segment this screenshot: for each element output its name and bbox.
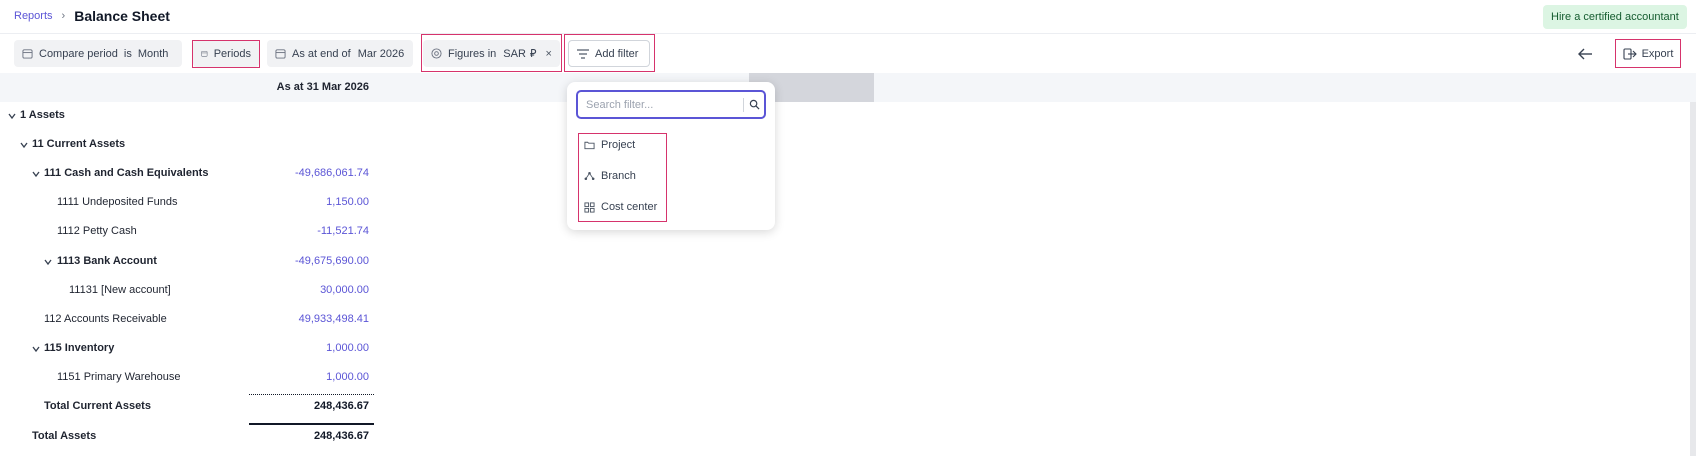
row-label: 1113 Bank Account <box>57 255 157 267</box>
row-value: 248,436.67 <box>313 400 369 412</box>
compare-period-value: Month <box>137 47 169 60</box>
table-row[interactable]: 11 Current Assets <box>0 135 380 155</box>
row-value[interactable]: -11,521.74 <box>317 225 369 237</box>
table-row[interactable]: 115 Inventory 1,000.00 <box>0 339 380 359</box>
calendar-icon <box>22 49 33 59</box>
row-label: 1111 Undeposited Funds <box>57 196 178 208</box>
row-label: 115 Inventory <box>44 342 115 354</box>
row-value[interactable]: 30,000.00 <box>320 284 369 296</box>
table-row: 112 Accounts Receivable 49,933,498.41 <box>0 310 380 330</box>
chevron-down-icon[interactable] <box>31 169 41 179</box>
row-label: Total Assets <box>32 430 97 442</box>
row-value[interactable]: 1,000.00 <box>326 342 369 354</box>
table-row: 1112 Petty Cash -11,521.74 <box>0 222 380 242</box>
compare-period-label: Compare period <box>39 47 118 60</box>
compare-period-chip[interactable]: Compare period is Month <box>14 40 182 67</box>
filter-options-highlight <box>578 133 667 222</box>
row-value: 248,436.67 <box>313 430 369 442</box>
row-value[interactable]: 1,150.00 <box>326 196 369 208</box>
add-filter-dropdown: Project Branch Cost center <box>567 82 775 230</box>
row-label: 1112 Petty Cash <box>57 225 137 237</box>
row-label: 112 Accounts Receivable <box>44 313 167 325</box>
page-title: Balance Sheet <box>74 8 170 24</box>
table-row[interactable]: 111 Cash and Cash Equivalents -49,686,06… <box>0 164 380 184</box>
chevron-down-icon[interactable] <box>7 111 17 121</box>
search-icon[interactable] <box>749 99 760 110</box>
filter-search-input[interactable] <box>586 96 736 114</box>
row-label: 11131 [New account] <box>69 284 171 296</box>
figures-in-highlight <box>421 34 562 72</box>
chevron-down-icon[interactable] <box>31 344 41 354</box>
search-divider <box>743 98 744 112</box>
table-row: 1111 Undeposited Funds 1,150.00 <box>0 193 380 213</box>
row-label: 1 Assets <box>20 109 65 121</box>
row-value[interactable]: 1,000.00 <box>326 371 369 383</box>
table-row: Total Current Assets 248,436.67 <box>0 397 380 417</box>
table-row[interactable]: 1 Assets <box>0 106 380 126</box>
arrow-left-icon[interactable] <box>1575 44 1595 64</box>
breadcrumb-reports-link[interactable]: Reports <box>14 10 53 22</box>
row-label: 1151 Primary Warehouse <box>57 371 181 383</box>
export-highlight <box>1615 39 1681 68</box>
chevron-down-icon[interactable] <box>19 140 29 150</box>
row-value[interactable]: -49,675,690.00 <box>295 255 369 267</box>
add-filter-highlight <box>564 34 655 72</box>
compare-period-operator: is <box>123 47 132 60</box>
as-at-end-value: Mar 2026 <box>357 47 405 60</box>
table-row: Total Assets 248,436.67 <box>0 427 380 447</box>
hire-accountant-button[interactable]: Hire a certified accountant <box>1543 5 1687 29</box>
filter-search-box[interactable] <box>576 90 766 119</box>
row-label: 11 Current Assets <box>32 138 126 150</box>
row-label: Total Current Assets <box>44 400 151 412</box>
periods-highlight <box>192 40 260 68</box>
page-header: Reports › Balance Sheet Hire a certified… <box>0 0 1696 34</box>
row-value[interactable]: -49,686,061.74 <box>295 167 369 179</box>
column-header-label: As at 31 Mar 2026 <box>276 81 369 93</box>
row-label: 111 Cash and Cash Equivalents <box>44 167 209 179</box>
breadcrumb: Reports › Balance Sheet <box>14 8 170 24</box>
vertical-scrollbar[interactable] <box>1690 102 1696 456</box>
total-divider <box>249 423 374 425</box>
breadcrumb-separator: › <box>61 10 66 22</box>
chevron-down-icon[interactable] <box>43 257 53 267</box>
table-row: 1151 Primary Warehouse 1,000.00 <box>0 368 380 388</box>
row-value[interactable]: 49,933,498.41 <box>299 313 369 325</box>
table-row[interactable]: 1113 Bank Account -49,675,690.00 <box>0 252 380 272</box>
subtotal-divider <box>249 394 374 395</box>
table-row: 11131 [New account] 30,000.00 <box>0 281 380 301</box>
as-at-end-chip[interactable]: As at end of Mar 2026 <box>267 40 413 67</box>
as-at-end-label: As at end of <box>292 47 351 60</box>
calendar-icon <box>275 49 286 59</box>
